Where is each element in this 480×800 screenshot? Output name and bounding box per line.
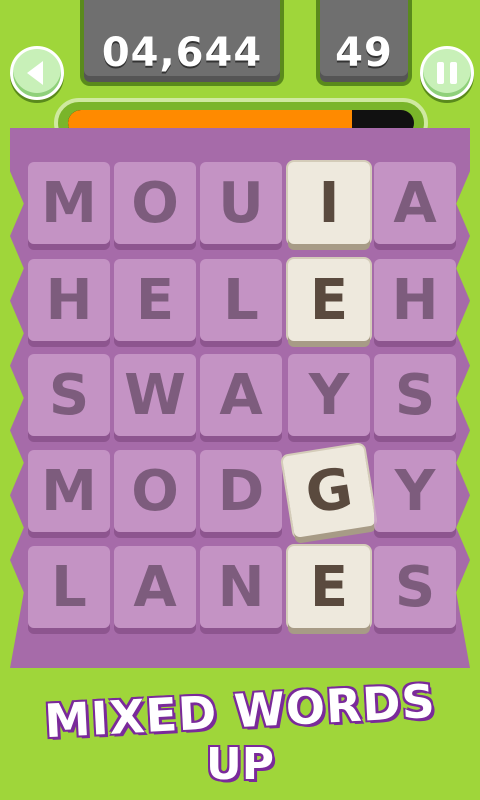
letter-tile-r5c2[interactable]: A <box>114 546 196 628</box>
letter-tile-r4c5[interactable]: Y <box>374 450 456 532</box>
letter-tile-r3c5[interactable]: S <box>374 354 456 436</box>
letter-tile-r3c2[interactable]: W <box>114 354 196 436</box>
letter-tile-r1c2[interactable]: O <box>114 162 196 244</box>
game-logo: MIXED WORDS UP <box>0 672 480 800</box>
letter-tile-r1c4[interactable]: I <box>288 162 370 244</box>
letter-tile-r1c3[interactable]: U <box>200 162 282 244</box>
letter-tile-r5c1[interactable]: L <box>28 546 110 628</box>
letter-tile-r1c1[interactable]: M <box>28 162 110 244</box>
letter-tile-r5c4[interactable]: E <box>288 546 370 628</box>
letter-tile-r2c2[interactable]: E <box>114 259 196 341</box>
letter-tile-r3c1[interactable]: S <box>28 354 110 436</box>
moves-panel: 49 <box>316 0 412 86</box>
letter-tile-r4c4[interactable]: G <box>282 444 376 538</box>
pause-icon <box>437 62 444 84</box>
back-arrow-icon <box>27 61 43 85</box>
letter-tile-r4c2[interactable]: O <box>114 450 196 532</box>
pause-icon <box>450 62 457 84</box>
letter-tile-r5c3[interactable]: N <box>200 546 282 628</box>
letter-tile-r2c1[interactable]: H <box>28 259 110 341</box>
back-button[interactable] <box>10 46 64 100</box>
letter-tile-r2c4[interactable]: E <box>288 259 370 341</box>
letter-tile-r5c5[interactable]: S <box>374 546 456 628</box>
letter-tile-r4c3[interactable]: D <box>200 450 282 532</box>
letter-tile-r2c3[interactable]: L <box>200 259 282 341</box>
score-value: 04,644 <box>101 30 263 76</box>
moves-value: 49 <box>335 30 393 76</box>
letter-tile-r1c5[interactable]: A <box>374 162 456 244</box>
letter-board: MOUIAHELEHSWAYSMODGYLANES <box>10 128 470 668</box>
letter-tile-r3c4[interactable]: Y <box>288 354 370 436</box>
letter-tile-r4c1[interactable]: M <box>28 450 110 532</box>
score-panel: 04,644 <box>80 0 284 86</box>
letter-tile-r2c5[interactable]: H <box>374 259 456 341</box>
letter-tile-r3c3[interactable]: A <box>200 354 282 436</box>
pause-button[interactable] <box>420 46 474 100</box>
